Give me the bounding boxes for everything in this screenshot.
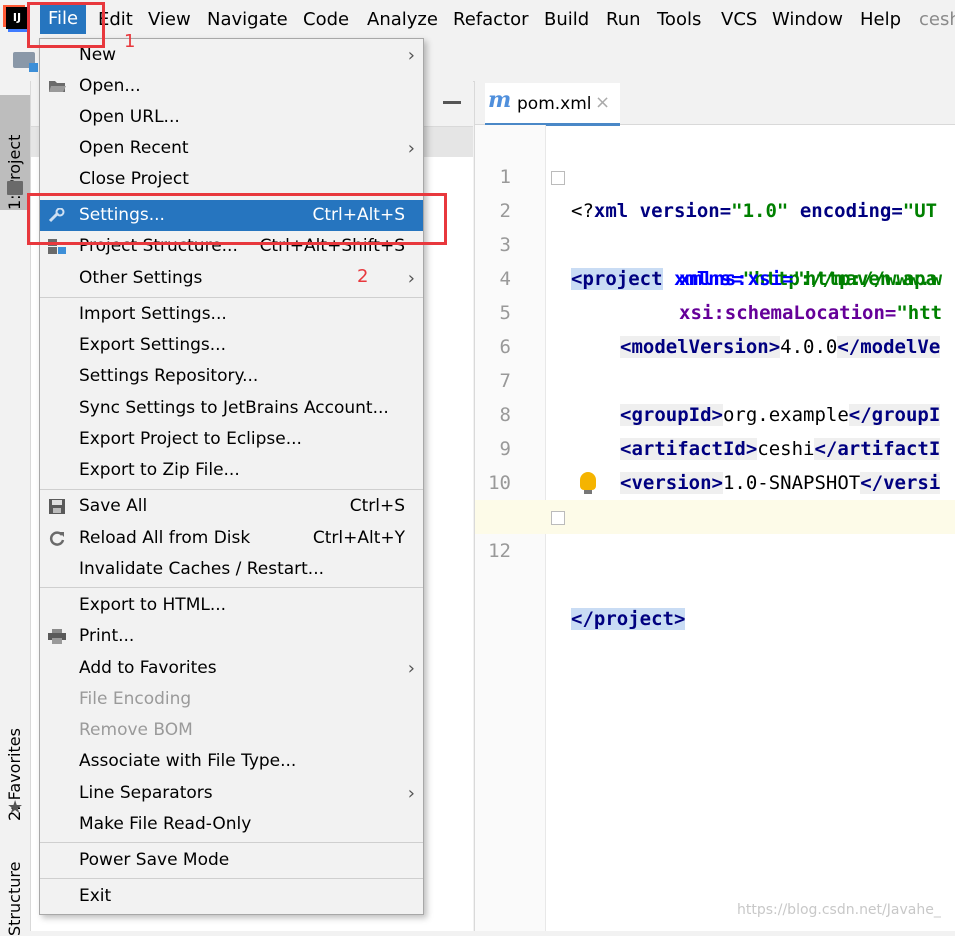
- code-line[interactable]: 4 xsi:schemaLocation="htt: [475, 228, 955, 324]
- minimize-icon[interactable]: [443, 101, 461, 104]
- code-line[interactable]: 7 <groupId>org.example</groupI: [475, 330, 955, 426]
- menu-item-export-eclipse[interactable]: Export Project to Eclipse...: [40, 424, 423, 455]
- annotation-marker-2: 2: [357, 266, 369, 287]
- menu-separator: [40, 297, 423, 298]
- menu-item-export-settings[interactable]: Export Settings...: [40, 330, 423, 361]
- menu-view[interactable]: View: [148, 9, 191, 30]
- watermark-text: https://blog.csdn.net/Javahe_: [737, 902, 941, 918]
- menu-code[interactable]: Code: [303, 9, 349, 30]
- menu-item-add-to-favorites[interactable]: Add to Favorites ›: [40, 653, 423, 684]
- menu-window[interactable]: Window: [772, 9, 843, 30]
- menu-analyze[interactable]: Analyze: [367, 9, 438, 30]
- annotation-box-settings: [27, 193, 447, 245]
- menu-item-power-save[interactable]: Power Save Mode: [40, 845, 423, 876]
- reload-icon: [49, 531, 65, 546]
- chevron-right-icon: ›: [407, 45, 415, 66]
- menu-item-exit[interactable]: Exit: [40, 881, 423, 912]
- menu-item-line-separators[interactable]: Line Separators ›: [40, 778, 423, 809]
- menu-item-save-all[interactable]: Save All Ctrl+S: [40, 491, 423, 522]
- menu-build[interactable]: Build: [544, 9, 589, 30]
- line-number: 12: [488, 540, 511, 562]
- chevron-right-icon: ›: [407, 783, 415, 804]
- intellij-logo-icon: IJ: [6, 7, 28, 29]
- printer-icon: [48, 629, 66, 644]
- project-folder-icon[interactable]: [13, 52, 38, 72]
- menu-item-associate-file-type[interactable]: Associate with File Type...: [40, 746, 423, 777]
- menu-bar: IJ File Edit View Navigate Code Analyze …: [0, 0, 955, 39]
- menu-navigate[interactable]: Navigate: [207, 9, 288, 30]
- menu-item-reload[interactable]: Reload All from Disk Ctrl+Alt+Y: [40, 523, 423, 554]
- close-icon[interactable]: ×: [595, 92, 610, 113]
- code-line[interactable]: 6: [475, 296, 955, 358]
- chevron-right-icon: ›: [407, 658, 415, 679]
- menu-item-close-project[interactable]: Close Project: [40, 164, 423, 195]
- code-line[interactable]: 2 <project xmlns="http://maven.apa: [475, 160, 955, 290]
- folder-icon: [7, 181, 23, 195]
- menu-item-sync-settings[interactable]: Sync Settings to JetBrains Account...: [40, 393, 423, 424]
- code-line[interactable]: 9 <version>1.0-SNAPSHOT</versi: [475, 398, 955, 494]
- tab-structure[interactable]: Structure: [0, 846, 30, 936]
- menu-separator: [40, 878, 423, 879]
- menu-item-export-zip[interactable]: Export to Zip File...: [40, 455, 423, 486]
- menu-refactor[interactable]: Refactor: [453, 9, 529, 30]
- annotation-marker-1: 1: [124, 31, 136, 52]
- fold-marker-icon[interactable]: [551, 511, 565, 525]
- menu-separator: [40, 489, 423, 490]
- menu-item-open-recent[interactable]: Open Recent ›: [40, 133, 423, 164]
- annotation-box-file: [27, 2, 105, 48]
- menu-tools[interactable]: Tools: [657, 9, 701, 30]
- code-line[interactable]: 3 xmlns:xsi="http://www.w: [475, 194, 955, 290]
- tab-label: pom.xml: [517, 94, 592, 114]
- code-line-current[interactable]: 12 </project>: [475, 500, 955, 630]
- menu-item-export-html[interactable]: Export to HTML...: [40, 590, 423, 621]
- tab-pom-xml[interactable]: m pom.xml ×: [485, 83, 620, 126]
- menu-separator: [40, 587, 423, 588]
- editor: m pom.xml × 1 <?xml version="1.0" encodi…: [474, 81, 955, 931]
- maven-icon: m: [488, 87, 512, 113]
- menu-item-invalidate-caches[interactable]: Invalidate Caches / Restart...: [40, 554, 423, 585]
- save-icon: [49, 499, 65, 514]
- menu-item-open-url[interactable]: Open URL...: [40, 102, 423, 133]
- menu-item-file-encoding: File Encoding: [79, 689, 192, 709]
- code-line[interactable]: 8 <artifactId>ceshi</artifactI: [475, 364, 955, 460]
- menu-vcs[interactable]: VCS: [721, 9, 757, 30]
- menu-item-settings-repository[interactable]: Settings Repository...: [40, 361, 423, 392]
- menu-item-remove-bom: Remove BOM: [79, 720, 193, 740]
- fold-marker-icon[interactable]: [551, 171, 565, 185]
- code-line[interactable]: 5 <modelVersion>4.0.0</modelVe: [475, 262, 955, 358]
- code-line[interactable]: 10: [475, 432, 955, 494]
- menu-item-import-settings[interactable]: Import Settings...: [40, 299, 423, 330]
- editor-tab-bar: m pom.xml ×: [475, 81, 955, 126]
- code-line[interactable]: 11: [475, 466, 955, 528]
- star-icon: ★: [7, 797, 24, 818]
- menu-help[interactable]: Help: [860, 9, 901, 30]
- code-line[interactable]: 1 <?xml version="1.0" encoding="UT: [475, 126, 955, 222]
- menu-item-print[interactable]: Print...: [40, 621, 423, 652]
- menu-item-open[interactable]: Open...: [40, 71, 423, 102]
- menu-run[interactable]: Run: [606, 9, 641, 30]
- folder-open-icon: [49, 81, 66, 92]
- lightbulb-icon[interactable]: [580, 472, 596, 494]
- chevron-right-icon: ›: [407, 268, 415, 289]
- menu-separator: [40, 842, 423, 843]
- project-name-title: ceshi: [919, 9, 955, 30]
- chevron-right-icon: ›: [407, 138, 415, 159]
- file-menu-dropdown: New › Open... Open URL... Open Recent › …: [39, 38, 424, 915]
- menu-item-make-read-only[interactable]: Make File Read-Only: [40, 809, 423, 840]
